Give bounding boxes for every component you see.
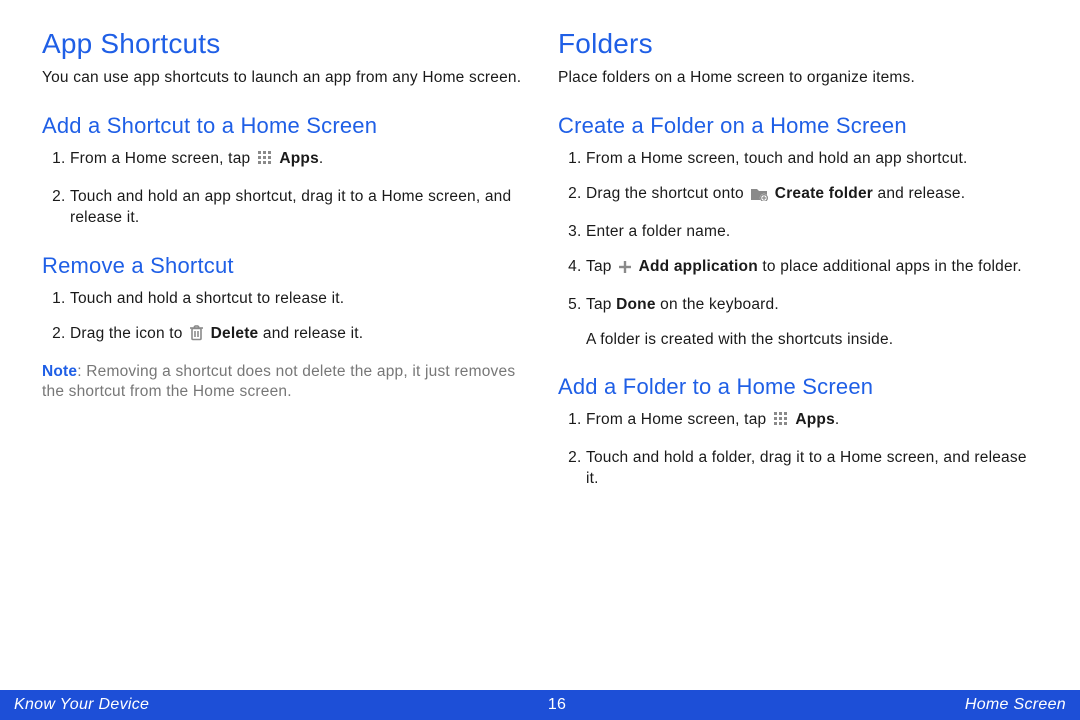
steps-remove-shortcut: Touch and hold a shortcut to release it.…	[42, 289, 522, 348]
apps-label: Apps	[795, 411, 835, 428]
apps-grid-icon	[257, 150, 273, 173]
add-application-label: Add application	[639, 258, 758, 275]
note-body: : Removing a shortcut does not delete th…	[42, 363, 515, 401]
apps-label: Apps	[279, 150, 319, 167]
heading-folders: Folders	[558, 28, 1038, 60]
heading-add-folder: Add a Folder to a Home Screen	[558, 374, 1038, 400]
steps-add-folder: From a Home screen, tap Apps. Touch and …	[558, 410, 1038, 490]
footer-right: Home Screen	[965, 696, 1066, 714]
intro-folders: Place folders on a Home screen to organi…	[558, 68, 1038, 89]
note-label: Note	[42, 363, 77, 380]
step: Tap Done on the keyboard.	[586, 295, 1038, 316]
step-text: Tap	[586, 296, 616, 313]
step-text: on the keyboard.	[656, 296, 779, 313]
right-column: Folders Place folders on a Home screen t…	[558, 28, 1038, 504]
create-folder-icon	[750, 186, 768, 208]
step-text: and release.	[873, 185, 965, 202]
create-folder-label: Create folder	[775, 185, 873, 202]
step-text: .	[319, 150, 324, 167]
step: Enter a folder name.	[586, 222, 1038, 243]
steps-add-shortcut: From a Home screen, tap Apps. Touch and …	[42, 149, 522, 229]
delete-label: Delete	[211, 325, 259, 342]
step: Drag the icon to	[70, 324, 522, 348]
step-text: Tap	[586, 258, 616, 275]
steps-create-folder: From a Home screen, touch and hold an ap…	[558, 149, 1038, 316]
step: From a Home screen, touch and hold an ap…	[586, 149, 1038, 170]
intro-app-shortcuts: You can use app shortcuts to launch an a…	[42, 68, 522, 89]
step: From a Home screen, tap Apps.	[70, 149, 522, 173]
step: Touch and hold a shortcut to release it.	[70, 289, 522, 310]
heading-create-folder: Create a Folder on a Home Screen	[558, 113, 1038, 139]
step: Touch and hold a folder, drag it to a Ho…	[586, 448, 1038, 490]
delete-trash-icon	[189, 324, 204, 348]
step-text: Drag the shortcut onto	[586, 185, 748, 202]
page-footer: Know Your Device 16 Home Screen	[0, 690, 1080, 720]
create-folder-result: A folder is created with the shortcuts i…	[586, 330, 1038, 351]
two-column-layout: App Shortcuts You can use app shortcuts …	[42, 28, 1038, 504]
step-text: to place additional apps in the folder.	[758, 258, 1022, 275]
footer-page-number: 16	[548, 696, 566, 714]
step: From a Home screen, tap Apps.	[586, 410, 1038, 434]
step-text: .	[835, 411, 840, 428]
left-column: App Shortcuts You can use app shortcuts …	[42, 28, 522, 504]
step: Tap Add application to place additional …	[586, 257, 1038, 281]
footer-left: Know Your Device	[14, 696, 149, 714]
step-text: From a Home screen, tap	[70, 150, 255, 167]
heading-remove-shortcut: Remove a Shortcut	[42, 253, 522, 279]
note-remove-shortcut: Note: Removing a shortcut does not delet…	[42, 362, 522, 404]
step-text: Drag the icon to	[70, 325, 187, 342]
step: Touch and hold an app shortcut, drag it …	[70, 187, 522, 229]
heading-add-shortcut: Add a Shortcut to a Home Screen	[42, 113, 522, 139]
step-text: and release it.	[258, 325, 363, 342]
step: Drag the shortcut onto Create folder and…	[586, 184, 1038, 208]
add-plus-icon	[618, 260, 632, 281]
manual-page: App Shortcuts You can use app shortcuts …	[0, 0, 1080, 720]
heading-app-shortcuts: App Shortcuts	[42, 28, 522, 60]
step-text: From a Home screen, tap	[586, 411, 771, 428]
apps-grid-icon	[773, 411, 789, 434]
done-label: Done	[616, 296, 656, 313]
